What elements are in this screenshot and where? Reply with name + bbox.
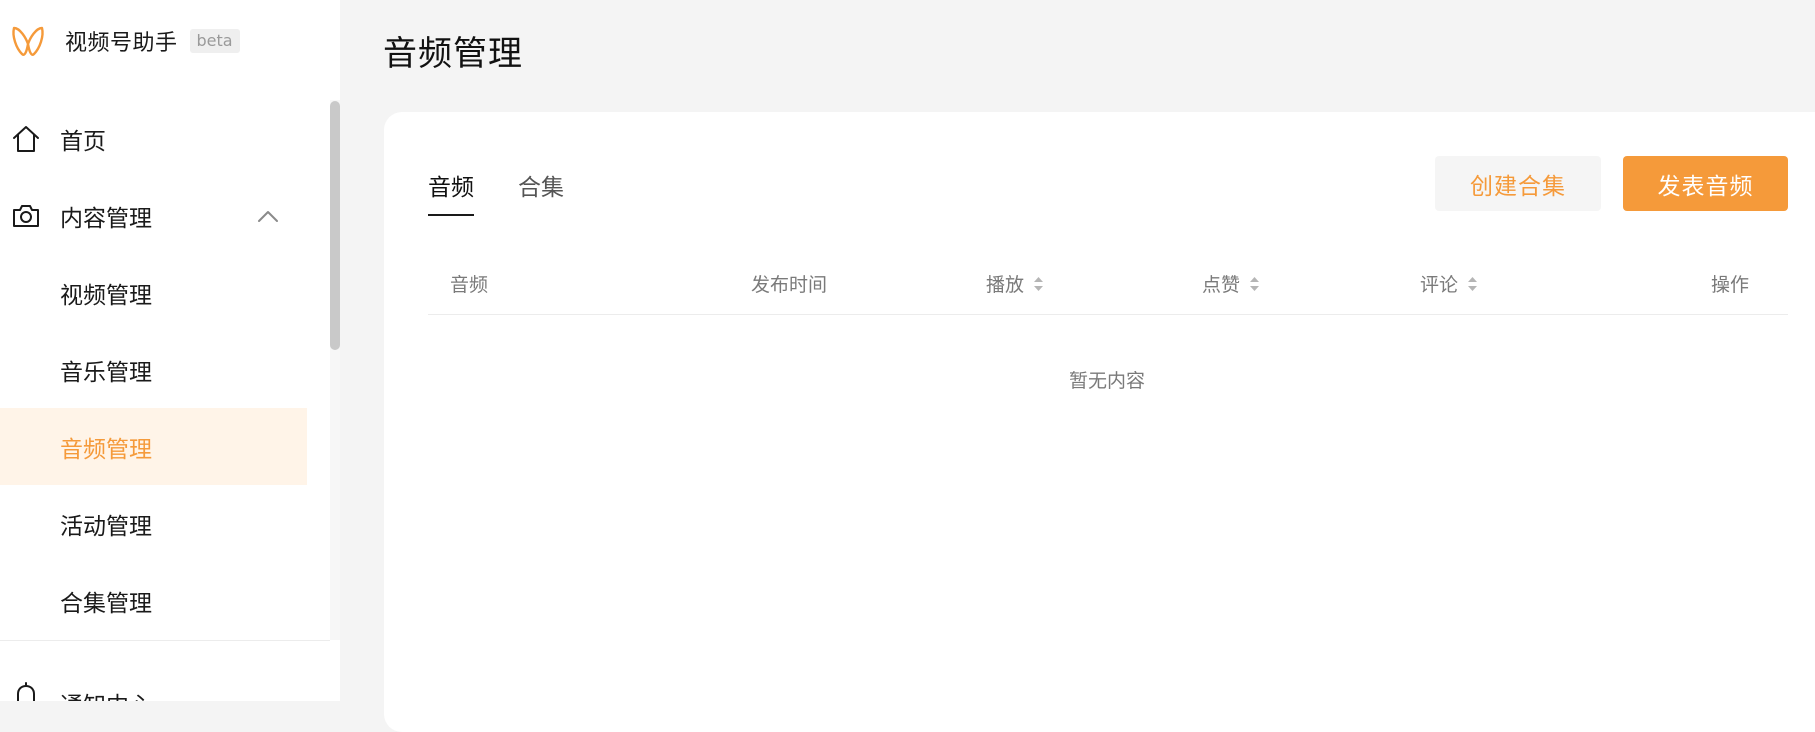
column-label: 评论 (1420, 274, 1459, 296)
column-label: 播放 (986, 274, 1025, 296)
sort-icon[interactable] (1033, 275, 1044, 293)
column-header-likes[interactable]: 点赞 (1202, 270, 1260, 297)
column-label: 音频 (450, 274, 489, 296)
tab-bar: 音频 合集 (428, 168, 608, 216)
sidebar-item-label: 音乐管理 (60, 359, 152, 386)
sidebar-item-label: 视频管理 (60, 282, 152, 309)
column-label: 操作 (1711, 274, 1750, 296)
sidebar-item-content-management[interactable]: 内容管理 (0, 177, 307, 254)
column-label: 点赞 (1202, 274, 1241, 296)
sidebar-item-label: 内容管理 (60, 205, 152, 232)
sidebar-item-notifications[interactable]: 通知中心 (0, 672, 307, 701)
sidebar-item-video-management[interactable]: 视频管理 (0, 254, 307, 331)
sidebar-item-label: 通知中心 (60, 686, 152, 701)
table-header: 音频 发布时间 播放 点赞 评论 操作 (428, 249, 1788, 315)
sidebar-item-home[interactable]: 首页 (0, 100, 307, 177)
camera-icon (13, 204, 39, 227)
sidebar: 视频号助手 beta 首页 内容管理 视频管理 音乐管理 音频管理 活动管理 合… (0, 0, 340, 701)
sidebar-item-label: 音频管理 (60, 436, 152, 463)
tab-audio[interactable]: 音频 (428, 168, 474, 216)
column-header-actions: 操作 (1711, 270, 1749, 297)
page-title: 音频管理 (383, 34, 523, 74)
sidebar-item-activity-management[interactable]: 活动管理 (0, 485, 307, 562)
publish-audio-button[interactable]: 发表音频 (1623, 156, 1788, 211)
sidebar-item-collection-management[interactable]: 合集管理 (0, 562, 307, 639)
home-icon (13, 125, 39, 152)
column-header-plays[interactable]: 播放 (986, 270, 1044, 297)
sidebar-item-label: 首页 (60, 128, 106, 155)
content-card: 音频 合集 创建合集 发表音频 音频 发布时间 播放 点赞 评论 操作 暂无内容 (384, 112, 1815, 732)
bell-icon (15, 682, 37, 701)
beta-badge: beta (189, 29, 240, 53)
logo-icon (12, 26, 44, 56)
sidebar-item-music-management[interactable]: 音乐管理 (0, 331, 307, 408)
sidebar-divider (0, 640, 330, 641)
sidebar-item-label: 合集管理 (60, 590, 152, 617)
brand[interactable]: 视频号助手 beta (10, 20, 240, 62)
column-header-audio: 音频 (450, 270, 488, 297)
create-collection-button[interactable]: 创建合集 (1435, 156, 1601, 211)
column-header-publish-time: 发布时间 (751, 270, 827, 297)
chevron-up-icon[interactable] (256, 208, 280, 224)
tab-collection[interactable]: 合集 (518, 168, 564, 216)
sidebar-item-audio-management[interactable]: 音频管理 (0, 408, 307, 485)
sidebar-nav: 首页 内容管理 视频管理 音乐管理 音频管理 活动管理 合集管理 (0, 100, 307, 639)
column-header-comments[interactable]: 评论 (1420, 270, 1478, 297)
sort-icon[interactable] (1467, 275, 1478, 293)
sort-icon[interactable] (1249, 275, 1260, 293)
empty-state-text: 暂无内容 (1068, 370, 1145, 392)
brand-name: 视频号助手 (65, 31, 178, 56)
sidebar-scrollbar-thumb[interactable] (330, 101, 340, 350)
column-label: 发布时间 (751, 274, 828, 296)
sidebar-item-label: 活动管理 (60, 513, 152, 540)
